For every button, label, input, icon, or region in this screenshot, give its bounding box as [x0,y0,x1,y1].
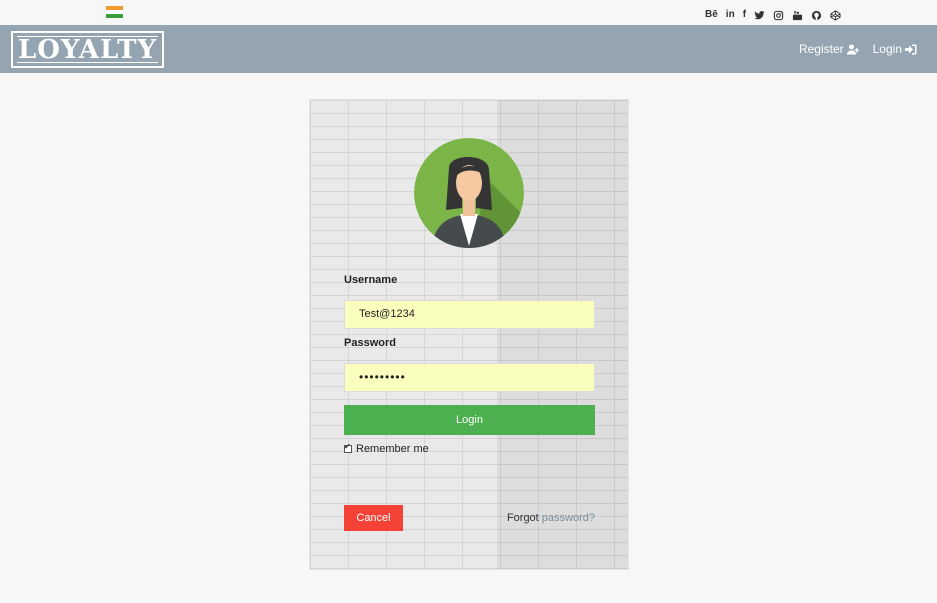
remember-me-checkbox[interactable] [344,442,352,453]
facebook-icon[interactable]: f [743,9,746,21]
login-button[interactable]: Login [344,405,595,435]
youtube-icon[interactable] [792,9,803,21]
loyalty-logo[interactable]: LOYALTY [11,31,164,68]
username-input[interactable]: Test@1234 [344,300,595,329]
twitter-icon[interactable] [754,9,765,21]
forgot-password-link[interactable]: password? [542,512,595,524]
codepen-icon[interactable] [830,9,841,21]
navbar: LOYALTY Register Login [0,25,937,73]
user-avatar [414,138,524,248]
password-input[interactable]: ••••••••• [344,363,595,392]
user-plus-icon [846,44,859,54]
flag-stripe-green [106,14,123,18]
register-label: Register [798,42,844,56]
woman-avatar-icon [414,138,524,248]
login-label: Login [872,42,902,56]
remember-me[interactable]: Remember me [344,442,429,455]
username-label: Username [344,274,398,286]
linkedin-icon[interactable]: in [726,9,735,21]
social-links: Bē in f [705,8,841,22]
india-flag-icon[interactable] [106,6,123,18]
cancel-button[interactable]: Cancel [344,505,403,531]
nav-links: Register Login [799,42,917,56]
remember-me-label: Remember me [356,443,429,455]
behance-icon[interactable]: Bē [705,9,718,21]
github-icon[interactable] [811,9,822,21]
login-card: Username Test@1234 Password ••••••••• Lo… [309,99,629,570]
login-link[interactable]: Login [873,42,917,56]
forgot-password: Forgot password? [507,512,595,524]
sign-in-icon [905,44,917,54]
forgot-text: Forgot [506,512,539,524]
instagram-icon[interactable] [773,9,784,21]
password-label: Password [344,337,396,349]
register-link[interactable]: Register [799,42,859,56]
top-utility-bar: Bē in f [0,0,937,25]
